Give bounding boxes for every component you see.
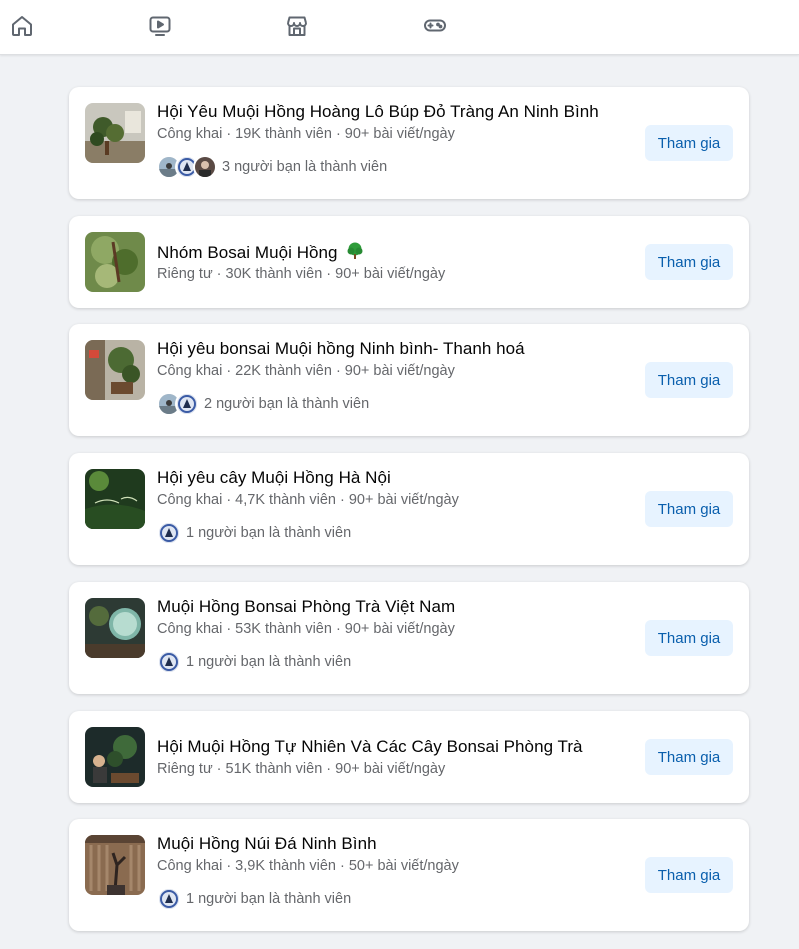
friend-avatar bbox=[193, 155, 217, 179]
group-thumbnail[interactable] bbox=[85, 469, 145, 529]
friend-avatar bbox=[157, 887, 181, 911]
friend-avatar bbox=[157, 650, 181, 674]
group-title[interactable]: Hội Muội Hồng Tự Nhiên Và Các Cây Bonsai… bbox=[157, 737, 583, 757]
home-icon[interactable] bbox=[9, 13, 35, 39]
group-thumbnail[interactable] bbox=[85, 103, 145, 163]
group-thumbnail[interactable] bbox=[85, 232, 145, 292]
group-title[interactable]: Hội Yêu Muội Hồng Hoàng Lô Búp Đỏ Tràng … bbox=[157, 102, 599, 122]
top-nav-bar bbox=[0, 0, 799, 55]
friends-text: 2 người bạn là thành viên bbox=[204, 396, 370, 412]
friends-row: 1 người bạn là thành viên bbox=[157, 886, 351, 912]
friends-row: 3 người bạn là thành viên bbox=[157, 154, 387, 180]
group-card[interactable]: Hội yêu bonsai Muội hồng Ninh bình- Than… bbox=[69, 324, 749, 436]
group-card[interactable]: Nhóm Bosai Muội Hồng Riêng tư · 30K thàn… bbox=[69, 216, 749, 308]
group-thumbnail[interactable] bbox=[85, 598, 145, 658]
marketplace-icon[interactable] bbox=[284, 13, 310, 39]
group-thumbnail[interactable] bbox=[85, 835, 145, 895]
friends-text: 1 người bạn là thành viên bbox=[186, 891, 352, 907]
group-meta: Riêng tư · 30K thành viên · 90+ bài viết… bbox=[157, 266, 446, 282]
friends-row: 2 người bạn là thành viên bbox=[157, 391, 369, 417]
friend-avatar bbox=[157, 521, 181, 545]
group-title[interactable]: Nhóm Bosai Muội Hồng bbox=[157, 242, 364, 265]
group-meta: Công khai · 3,9K thành viên · 50+ bài vi… bbox=[157, 858, 459, 874]
group-title[interactable]: Muội Hồng Núi Đá Ninh Bình bbox=[157, 834, 377, 854]
join-button[interactable]: Tham gia bbox=[645, 125, 733, 161]
friends-text: 1 người bạn là thành viên bbox=[186, 654, 352, 670]
gaming-icon[interactable] bbox=[422, 13, 448, 39]
friend-avatar bbox=[175, 392, 199, 416]
join-button[interactable]: Tham gia bbox=[645, 620, 733, 656]
friends-row: 1 người bạn là thành viên bbox=[157, 520, 351, 546]
join-button[interactable]: Tham gia bbox=[645, 739, 733, 775]
friends-row: 1 người bạn là thành viên bbox=[157, 649, 351, 675]
group-card[interactable]: Hội Yêu Muội Hồng Hoàng Lô Búp Đỏ Tràng … bbox=[69, 87, 749, 199]
friends-text: 3 người bạn là thành viên bbox=[222, 159, 388, 175]
group-card[interactable]: Hội Muội Hồng Tự Nhiên Và Các Cây Bonsai… bbox=[69, 711, 749, 803]
join-button[interactable]: Tham gia bbox=[645, 362, 733, 398]
group-title[interactable]: Hội yêu cây Muội Hồng Hà Nội bbox=[157, 468, 391, 488]
group-card[interactable]: Muội Hồng Núi Đá Ninh Bình Công khai · 3… bbox=[69, 819, 749, 931]
group-meta: Công khai · 19K thành viên · 90+ bài viế… bbox=[157, 126, 455, 142]
join-button[interactable]: Tham gia bbox=[645, 491, 733, 527]
group-meta: Công khai · 22K thành viên · 90+ bài viế… bbox=[157, 363, 455, 379]
friends-text: 1 người bạn là thành viên bbox=[186, 525, 352, 541]
group-title[interactable]: Muội Hồng Bonsai Phòng Trà Việt Nam bbox=[157, 597, 455, 617]
group-card[interactable]: Muội Hồng Bonsai Phòng Trà Việt Nam Công… bbox=[69, 582, 749, 694]
video-icon[interactable] bbox=[147, 13, 173, 39]
group-thumbnail[interactable] bbox=[85, 727, 145, 787]
join-button[interactable]: Tham gia bbox=[645, 857, 733, 893]
join-button[interactable]: Tham gia bbox=[645, 244, 733, 280]
group-title[interactable]: Hội yêu bonsai Muội hồng Ninh bình- Than… bbox=[157, 339, 525, 359]
group-meta: Riêng tư · 51K thành viên · 90+ bài viết… bbox=[157, 761, 446, 777]
group-meta: Công khai · 4,7K thành viên · 90+ bài vi… bbox=[157, 492, 459, 508]
group-meta: Công khai · 53K thành viên · 90+ bài viế… bbox=[157, 621, 455, 637]
tree-icon bbox=[346, 242, 364, 265]
group-card[interactable]: Hội yêu cây Muội Hồng Hà Nội Công khai ·… bbox=[69, 453, 749, 565]
group-thumbnail[interactable] bbox=[85, 340, 145, 400]
